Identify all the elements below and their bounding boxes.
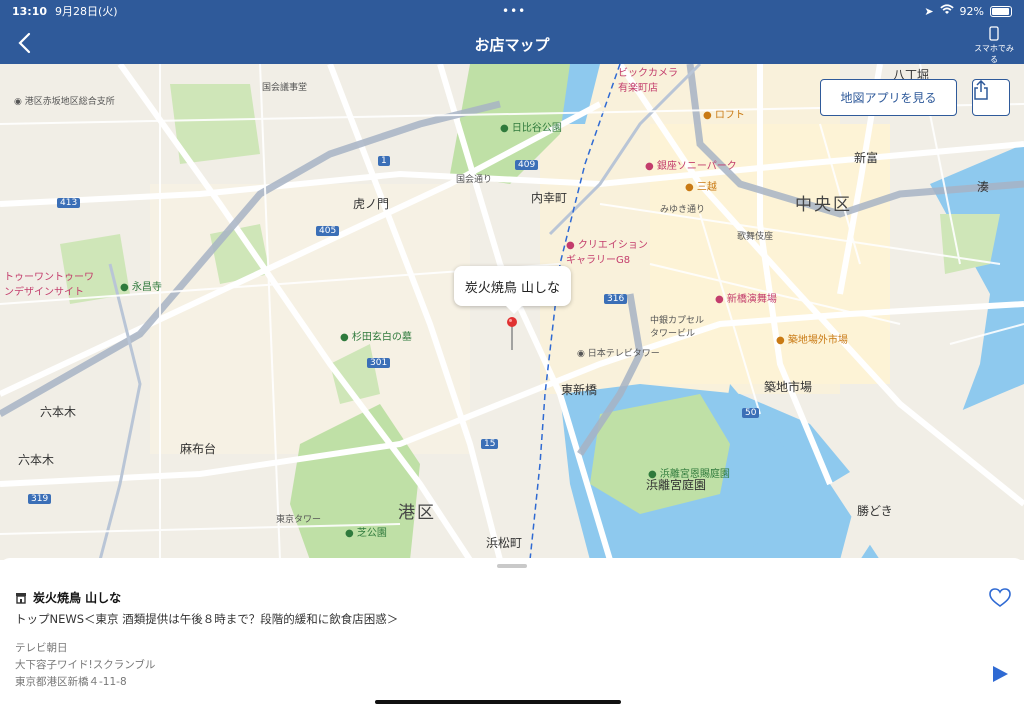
route-shield: 413 <box>57 198 81 208</box>
poi-label: 芝公園 <box>356 528 387 539</box>
shop-callout[interactable]: 炭火焼鳥 山しな <box>454 266 571 314</box>
favorite-heart-icon[interactable] <box>989 588 1011 608</box>
street-label: 国会通り <box>456 175 493 185</box>
poi-label: クリエイション ギャラリーG8 <box>566 240 648 266</box>
battery-icon <box>990 5 1012 17</box>
route-shield: 405 <box>316 226 340 236</box>
area-label: 内幸町 <box>531 191 568 205</box>
poi-shiba-park[interactable]: ● 芝公園 <box>345 524 387 539</box>
poi-label: 新橋演舞場 <box>726 294 777 305</box>
poi-tokyo-tower[interactable]: 東京タワー <box>276 512 321 525</box>
program-name: 大下容子ワイド!スクランブル <box>15 659 156 671</box>
area-label: 湊 <box>977 180 990 194</box>
poi-label: 歌舞伎座 <box>737 232 774 242</box>
route-shield: 1 <box>378 156 390 166</box>
area-label: 新富 <box>854 151 879 165</box>
poi-creation-gallery[interactable]: ● クリエイション ギャラリーG8 <box>566 236 648 266</box>
poi-label: 日本テレビタワー <box>587 349 660 359</box>
poi-label: ビックカメラ 有楽町店 <box>618 68 678 94</box>
route-shield: 50 <box>742 408 760 418</box>
poi-loft[interactable]: ● ロフト <box>703 106 745 121</box>
poi-label: 日比谷公園 <box>511 123 562 134</box>
poi-eishoji[interactable]: ● 永昌寺 <box>120 278 162 293</box>
wifi-icon <box>939 4 954 18</box>
poi-label: 杉田玄白の墓 <box>351 332 412 343</box>
poi-label: ロフト <box>714 110 745 121</box>
area-label: 麻布台 <box>180 442 217 456</box>
poi-sugita-grave[interactable]: ● 杉田玄白の墓 <box>340 328 412 343</box>
route-shield: 319 <box>28 494 52 504</box>
area-label: 虎ノ門 <box>353 197 390 211</box>
poi-label: 永昌寺 <box>131 282 162 293</box>
view-on-phone-button[interactable]: スマホでみる <box>974 26 1014 65</box>
page-title: お店マップ <box>474 36 550 54</box>
poi-label: トゥーワントゥーワ ンデザインサイト <box>4 272 94 298</box>
news-headline[interactable]: トップNEWS＜東京 酒類提供は午後８時まで？段階的緩和に飲食店困惑＞ <box>15 611 398 627</box>
route-shield: 409 <box>515 160 539 170</box>
area-label: 浜松町 <box>486 536 523 550</box>
poi-nakagin[interactable]: 中銀カプセル タワービル <box>650 313 704 339</box>
view-on-phone-label: スマホでみる <box>974 44 1014 64</box>
home-indicator <box>375 700 621 704</box>
poi-label: 三越 <box>696 182 717 193</box>
map-view[interactable]: 1 409 405 413 301 316 15 319 50 港区 中央区 虎… <box>0 64 1024 560</box>
store-icon <box>16 592 26 604</box>
poi-nittele-tower[interactable]: ◉ 日本テレビタワー <box>577 346 660 359</box>
poi-akasaka-office[interactable]: ◉ 港区赤坂地区総合支所 <box>14 94 115 107</box>
phone-icon <box>989 26 999 41</box>
shop-name: 炭火焼鳥 山しな <box>33 591 122 605</box>
poi-label: 築地場外市場 <box>787 335 848 346</box>
poi-kabukiza[interactable]: 歌舞伎座 <box>737 229 773 242</box>
sheet-grabber[interactable] <box>497 564 527 568</box>
poi-hibiya-park[interactable]: ● 日比谷公園 <box>500 119 562 134</box>
status-date: 9月28日(火) <box>55 5 118 18</box>
poi-bic-camera[interactable]: ビックカメラ 有楽町店 <box>618 64 678 94</box>
area-label: 東新橋 <box>561 383 598 397</box>
play-icon[interactable] <box>991 665 1009 683</box>
location-icon: ➤ <box>924 4 934 18</box>
poi-mitsukoshi[interactable]: ● 三越 <box>685 178 717 193</box>
shop-detail-sheet: 炭火焼鳥 山しな トップNEWS＜東京 酒類提供は午後８時まで？段階的緩和に飲食… <box>0 558 1024 712</box>
status-time: 13:10 <box>12 4 48 18</box>
battery-percent: 92% <box>959 4 984 18</box>
share-icon <box>974 80 988 100</box>
area-label: 勝どき <box>857 504 893 518</box>
area-label: 築地市場 <box>764 380 813 394</box>
street-label: みゆき通り <box>660 205 706 215</box>
poi-shinbashi-enbujo[interactable]: ● 新橋演舞場 <box>715 290 777 305</box>
poi-label: 東京タワー <box>276 515 322 525</box>
route-shield: 301 <box>367 358 391 368</box>
district-label: 港区 <box>398 503 436 523</box>
open-map-app-button[interactable]: 地図アプリを見る <box>820 79 957 116</box>
poi-label: 国会議事堂 <box>262 83 308 93</box>
area-label: 浜離宮庭園 <box>646 478 707 492</box>
route-shield: 15 <box>481 439 499 449</box>
poi-design-sight[interactable]: トゥーワントゥーワ ンデザインサイト <box>4 268 94 298</box>
map-pin-icon[interactable] <box>505 316 519 352</box>
poi-sony-park[interactable]: ● 銀座ソニーパーク <box>645 157 737 172</box>
shop-title-row: 炭火焼鳥 山しな <box>15 589 121 606</box>
status-bar: 13:10 9月28日(火) ••• ➤ 92% <box>0 0 1024 22</box>
poi-label: 銀座ソニーパーク <box>656 161 737 172</box>
poi-tsukiji-outer[interactable]: ● 築地場外市場 <box>776 331 848 346</box>
poi-diet[interactable]: 国会議事堂 <box>262 80 307 93</box>
shop-address: 東京都港区新橋４-11-8 <box>15 676 127 688</box>
tv-station: テレビ朝日 <box>15 642 68 654</box>
area-label: 六本木 <box>18 453 55 467</box>
poi-label: 中銀カプセル タワービル <box>650 316 705 339</box>
poi-label: 港区赤坂地区総合支所 <box>24 97 115 107</box>
district-label: 中央区 <box>795 195 852 215</box>
area-label: 六本木 <box>40 405 77 419</box>
navigation-bar: お店マップ スマホでみる <box>0 22 1024 64</box>
multitask-dots-icon[interactable]: ••• <box>502 4 526 18</box>
share-button[interactable] <box>972 79 1010 116</box>
route-shield: 316 <box>604 294 628 304</box>
